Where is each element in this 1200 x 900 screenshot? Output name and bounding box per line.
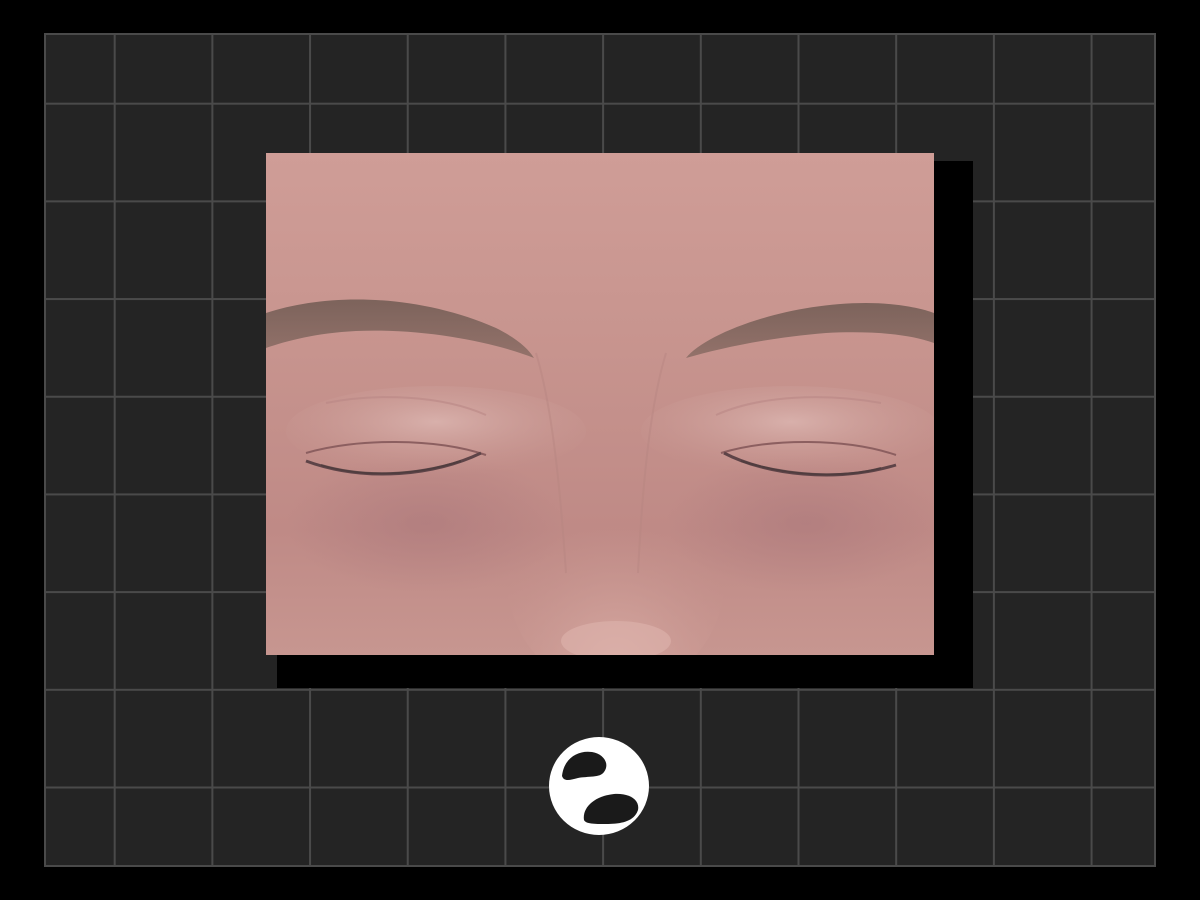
logo-mark: [549, 737, 649, 835]
closed-eyes-illustration: [266, 153, 934, 655]
canvas: [0, 0, 1200, 900]
closed-eyes-photo: [266, 153, 934, 655]
circle-logo-icon: [548, 736, 650, 836]
